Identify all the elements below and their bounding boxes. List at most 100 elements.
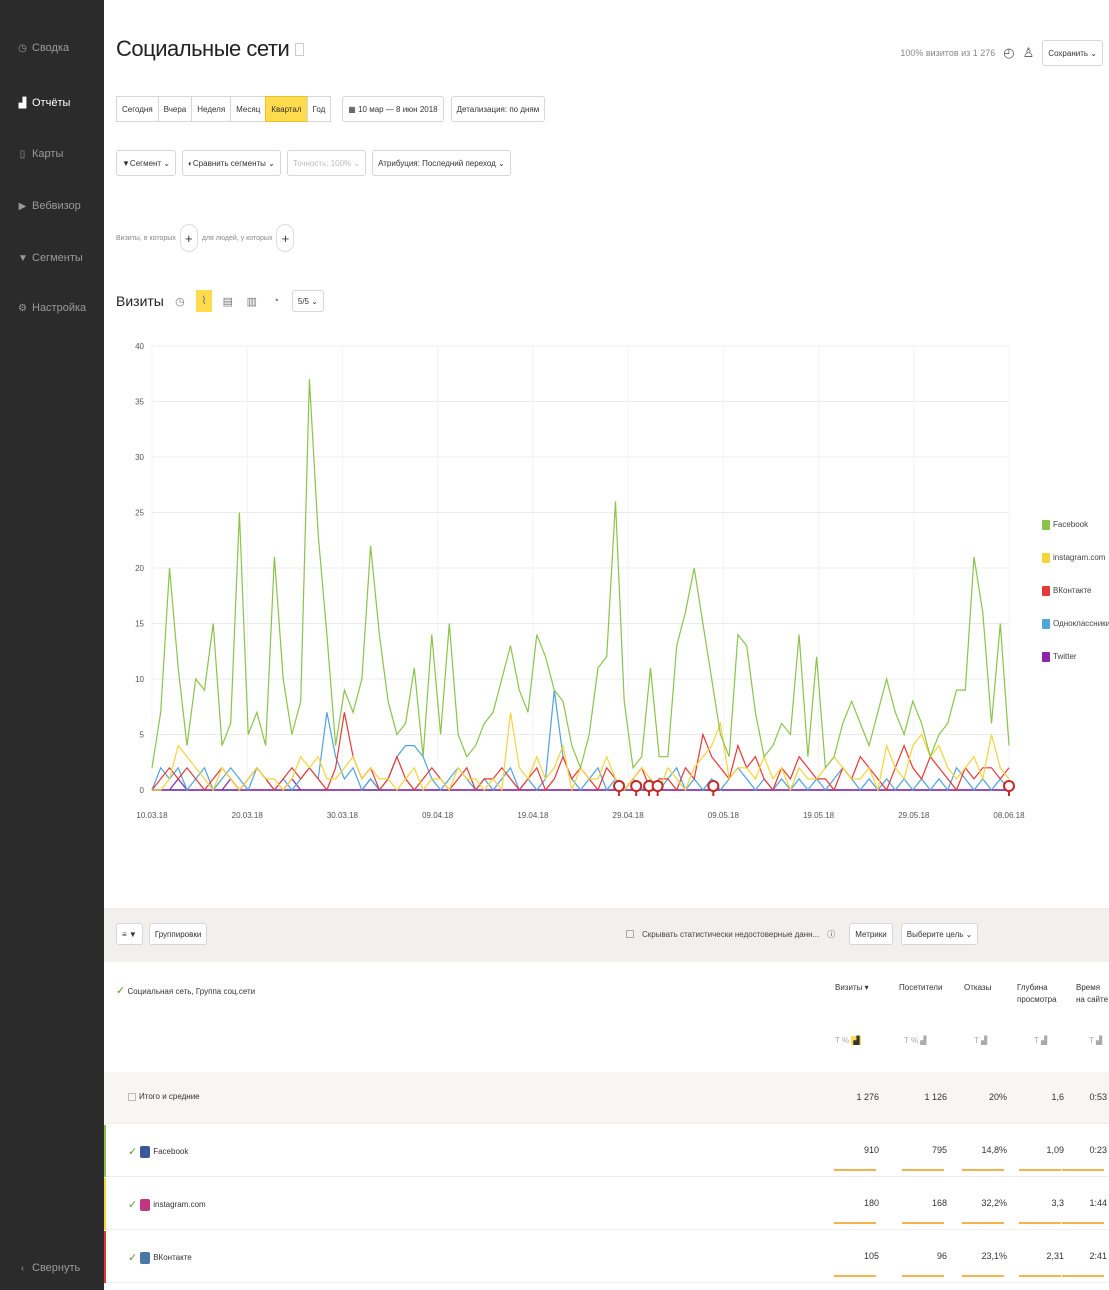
cell-visitors: 1 126 <box>924 1092 947 1102</box>
collapse-button[interactable]: ‹ Свернуть <box>18 1262 80 1274</box>
group-select[interactable]: 5/5 ⌄ <box>291 290 324 312</box>
checkmark-icon[interactable]: ✓ <box>128 1198 137 1211</box>
checkmark-icon[interactable]: ✓ <box>128 1251 137 1264</box>
x-tick-label: 08.06.18 <box>993 811 1025 820</box>
y-tick-label: 25 <box>135 509 144 518</box>
line-chart-icon[interactable]: ⌇ <box>195 290 212 312</box>
col-time[interactable]: Время на сайте <box>1076 982 1109 1006</box>
sidebar-item-webvisor[interactable]: ▶ Вебвизор <box>18 200 81 212</box>
table-row[interactable]: Итого и средние 1 276 1 126 20% 1,6 0:53 <box>104 1072 1109 1124</box>
checkmark-icon: ✓ <box>116 985 126 997</box>
metrics-button[interactable]: Метрики <box>849 923 893 945</box>
x-tick-label: 20.03.18 <box>232 811 264 820</box>
legend-item[interactable]: Facebook <box>1042 508 1109 541</box>
cell-bounces: 14,8% <box>981 1145 1007 1155</box>
legend-label: Facebook <box>1053 520 1089 529</box>
x-tick-label: 19.05.18 <box>803 811 835 820</box>
table-row[interactable]: ✓ Facebook 910 795 14,8% 1,09 0:23 <box>104 1125 1109 1177</box>
x-tick-label: 30.03.18 <box>327 811 359 820</box>
area-chart-icon[interactable]: ▤ <box>220 295 236 308</box>
depth-sort-icons[interactable]: T ▟ <box>1034 1036 1047 1045</box>
clock-icon[interactable]: ◴ <box>1003 45 1014 61</box>
table-view-toggle[interactable]: ≡ ▼ <box>116 923 143 945</box>
table-row[interactable]: ✓ ВКонтакте 105 96 23,1% 2,31 2:41 <box>104 1231 1109 1283</box>
col-visitors[interactable]: Посетители <box>899 982 942 994</box>
period-month[interactable]: Месяц <box>230 96 267 122</box>
sidebar-item-settings[interactable]: ⚙ Настройка <box>18 302 86 314</box>
goal-dropdown[interactable]: Выберите цель ⌄ <box>900 923 979 945</box>
sidebar-item-maps[interactable]: ▯ Карты <box>18 148 64 160</box>
attribution-dropdown[interactable]: Атрибуция: Последний переход ⌄ <box>372 150 511 176</box>
compare-segments-button[interactable]: ◐ Сравнить сегменты ⌄ <box>182 150 281 176</box>
bounces-sort-icons[interactable]: T ▟ <box>974 1036 987 1045</box>
cell-visits: 910 <box>863 1145 879 1155</box>
bar-chart-icon: ▟ <box>18 97 27 109</box>
chevron-left-icon: ‹ <box>20 1262 25 1274</box>
add-visit-filter-button[interactable]: + <box>179 224 198 252</box>
clock-icon[interactable]: ◷ <box>172 295 188 308</box>
period-year[interactable]: Год <box>306 96 332 122</box>
table-main-header[interactable]: ✓ Социальная сеть, Группа соц.сети <box>116 984 255 997</box>
legend-label: ВКонтакте <box>1053 586 1092 595</box>
row-color-marker <box>104 1231 106 1283</box>
period-week[interactable]: Неделя <box>191 96 232 122</box>
sidebar-item-segments[interactable]: ▼ Сегменты <box>18 252 83 264</box>
visits-sort-icons[interactable]: T % ▟ <box>835 1036 862 1045</box>
row-color-marker <box>104 1125 106 1177</box>
period-quarter[interactable]: Квартал <box>265 96 308 122</box>
legend-swatch <box>1042 552 1050 563</box>
date-range-button[interactable]: ▦ 10 мар — 8 июн 2018 <box>342 96 444 122</box>
accuracy-dropdown[interactable]: Точность: 100% ⌄ <box>286 150 367 176</box>
social-network-icon <box>140 1145 151 1158</box>
sidebar-item-summary[interactable]: ◷ Сводка <box>18 42 69 54</box>
detail-dropdown[interactable]: Детализация: по дням <box>450 96 546 122</box>
annotation-marker <box>1003 780 1015 792</box>
row-name: ✓ ВКонтакте <box>128 1251 192 1264</box>
legend-item[interactable]: Одноклассники <box>1042 607 1109 640</box>
bookmark-icon[interactable] <box>295 42 305 56</box>
pie-chart-icon[interactable]: ◔ <box>268 295 284 307</box>
row-label: Итого и средние <box>139 1092 200 1101</box>
bar-chart-icon[interactable]: ▥ <box>244 295 260 308</box>
period-today[interactable]: Сегодня <box>116 96 159 122</box>
y-tick-label: 10 <box>135 675 144 684</box>
col-depth[interactable]: Глубина просмотра <box>1017 982 1067 1006</box>
hide-unreliable-checkbox[interactable] <box>626 930 634 938</box>
checkmark-icon[interactable]: ✓ <box>128 1145 137 1158</box>
social-network-icon <box>140 1198 151 1211</box>
filter-row: Визиты, в которых + для людей, у которых… <box>116 224 295 252</box>
x-tick-label: 19.04.18 <box>517 811 549 820</box>
table-row[interactable]: ✓ instagram.com 180 168 32,2% 3,3 1:44 <box>104 1178 1109 1230</box>
cell-visits: 1 276 <box>856 1092 879 1102</box>
sidebar-item-reports[interactable]: ▟ Отчёты <box>18 97 71 109</box>
segment-button[interactable]: ▼ Сегмент ⌄ <box>116 150 177 176</box>
cell-bar <box>1062 1222 1104 1224</box>
row-name: Итого и средние <box>128 1092 200 1101</box>
cell-bounces: 32,2% <box>981 1198 1007 1208</box>
time-sort-icons[interactable]: T ▟ <box>1089 1036 1102 1045</box>
x-tick-label: 09.04.18 <box>422 811 454 820</box>
visitors-sort-icons[interactable]: T % ▟ <box>904 1036 926 1045</box>
add-people-filter-button[interactable]: + <box>276 224 295 252</box>
legend-item[interactable]: instagram.com <box>1042 541 1109 574</box>
header-actions: 100% визитов из 1 276 ◴ ♙ Сохранить ⌄ <box>900 40 1103 66</box>
x-tick-label: 29.04.18 <box>613 811 645 820</box>
sidebar: ◷ Сводка ▟ Отчёты ▯ Карты ▶ Вебвизор ▼ Сегмен… <box>0 0 104 1290</box>
clock-icon: ◷ <box>18 42 27 54</box>
legend-item[interactable]: Twitter <box>1042 640 1109 673</box>
col-bounces[interactable]: Отказы <box>964 982 991 994</box>
user-icon[interactable]: ♙ <box>1023 45 1035 61</box>
cell-bar <box>834 1222 876 1224</box>
cell-bar <box>962 1222 1004 1224</box>
legend-item[interactable]: ВКонтакте <box>1042 574 1109 607</box>
period-yesterday[interactable]: Вчера <box>157 96 193 122</box>
legend-swatch <box>1042 618 1050 629</box>
col-visits[interactable]: Визиты ▾ <box>835 982 869 994</box>
grouping-button[interactable]: Группировки <box>148 923 208 945</box>
series-line-instagram-com <box>152 712 1010 793</box>
save-button[interactable]: Сохранить ⌄ <box>1042 40 1103 66</box>
map-icon: ▯ <box>19 148 26 160</box>
row-label: instagram.com <box>153 1200 206 1209</box>
row-checkbox[interactable] <box>128 1092 136 1101</box>
info-icon[interactable]: ⓘ <box>827 929 835 940</box>
